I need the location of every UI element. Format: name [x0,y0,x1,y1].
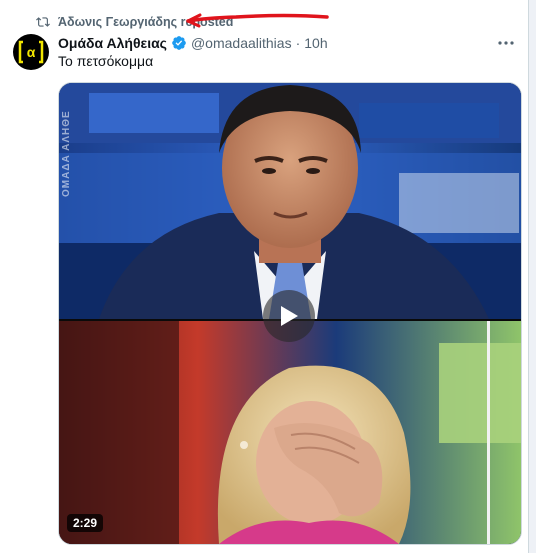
more-options-icon[interactable] [496,34,516,52]
tweet-card[interactable]: Άδωνις Γεωργιάδης reposted α Ομάδα Αλήθε… [0,0,529,553]
video-duration: 2:29 [67,514,104,532]
red-arrow-annotation [186,13,329,28]
channel-watermark: ΟΜΑΔΑ ΑΛΗΘΕ [61,110,72,197]
video-player[interactable]: ΟΜΑΔΑ ΑΛΗΘΕ 2:29 [58,82,522,545]
avatar[interactable]: α [13,34,49,70]
author-name[interactable]: Ομάδα Αλήθειας [58,35,167,51]
play-button[interactable] [263,290,315,342]
separator-dot: · [295,35,301,51]
timestamp[interactable]: 10h [304,35,327,51]
avatar-logo: α [18,40,44,64]
play-icon [281,306,298,326]
verified-badge-icon [172,36,186,50]
svg-text:α: α [27,44,36,60]
tweet-header: Ομάδα Αλήθειας @omadaalithias · 10h [58,34,328,52]
tweet-text: Το πετσόκομμα [58,53,154,69]
repost-icon [36,17,50,27]
author-handle[interactable]: @omadaalithias [191,35,292,51]
